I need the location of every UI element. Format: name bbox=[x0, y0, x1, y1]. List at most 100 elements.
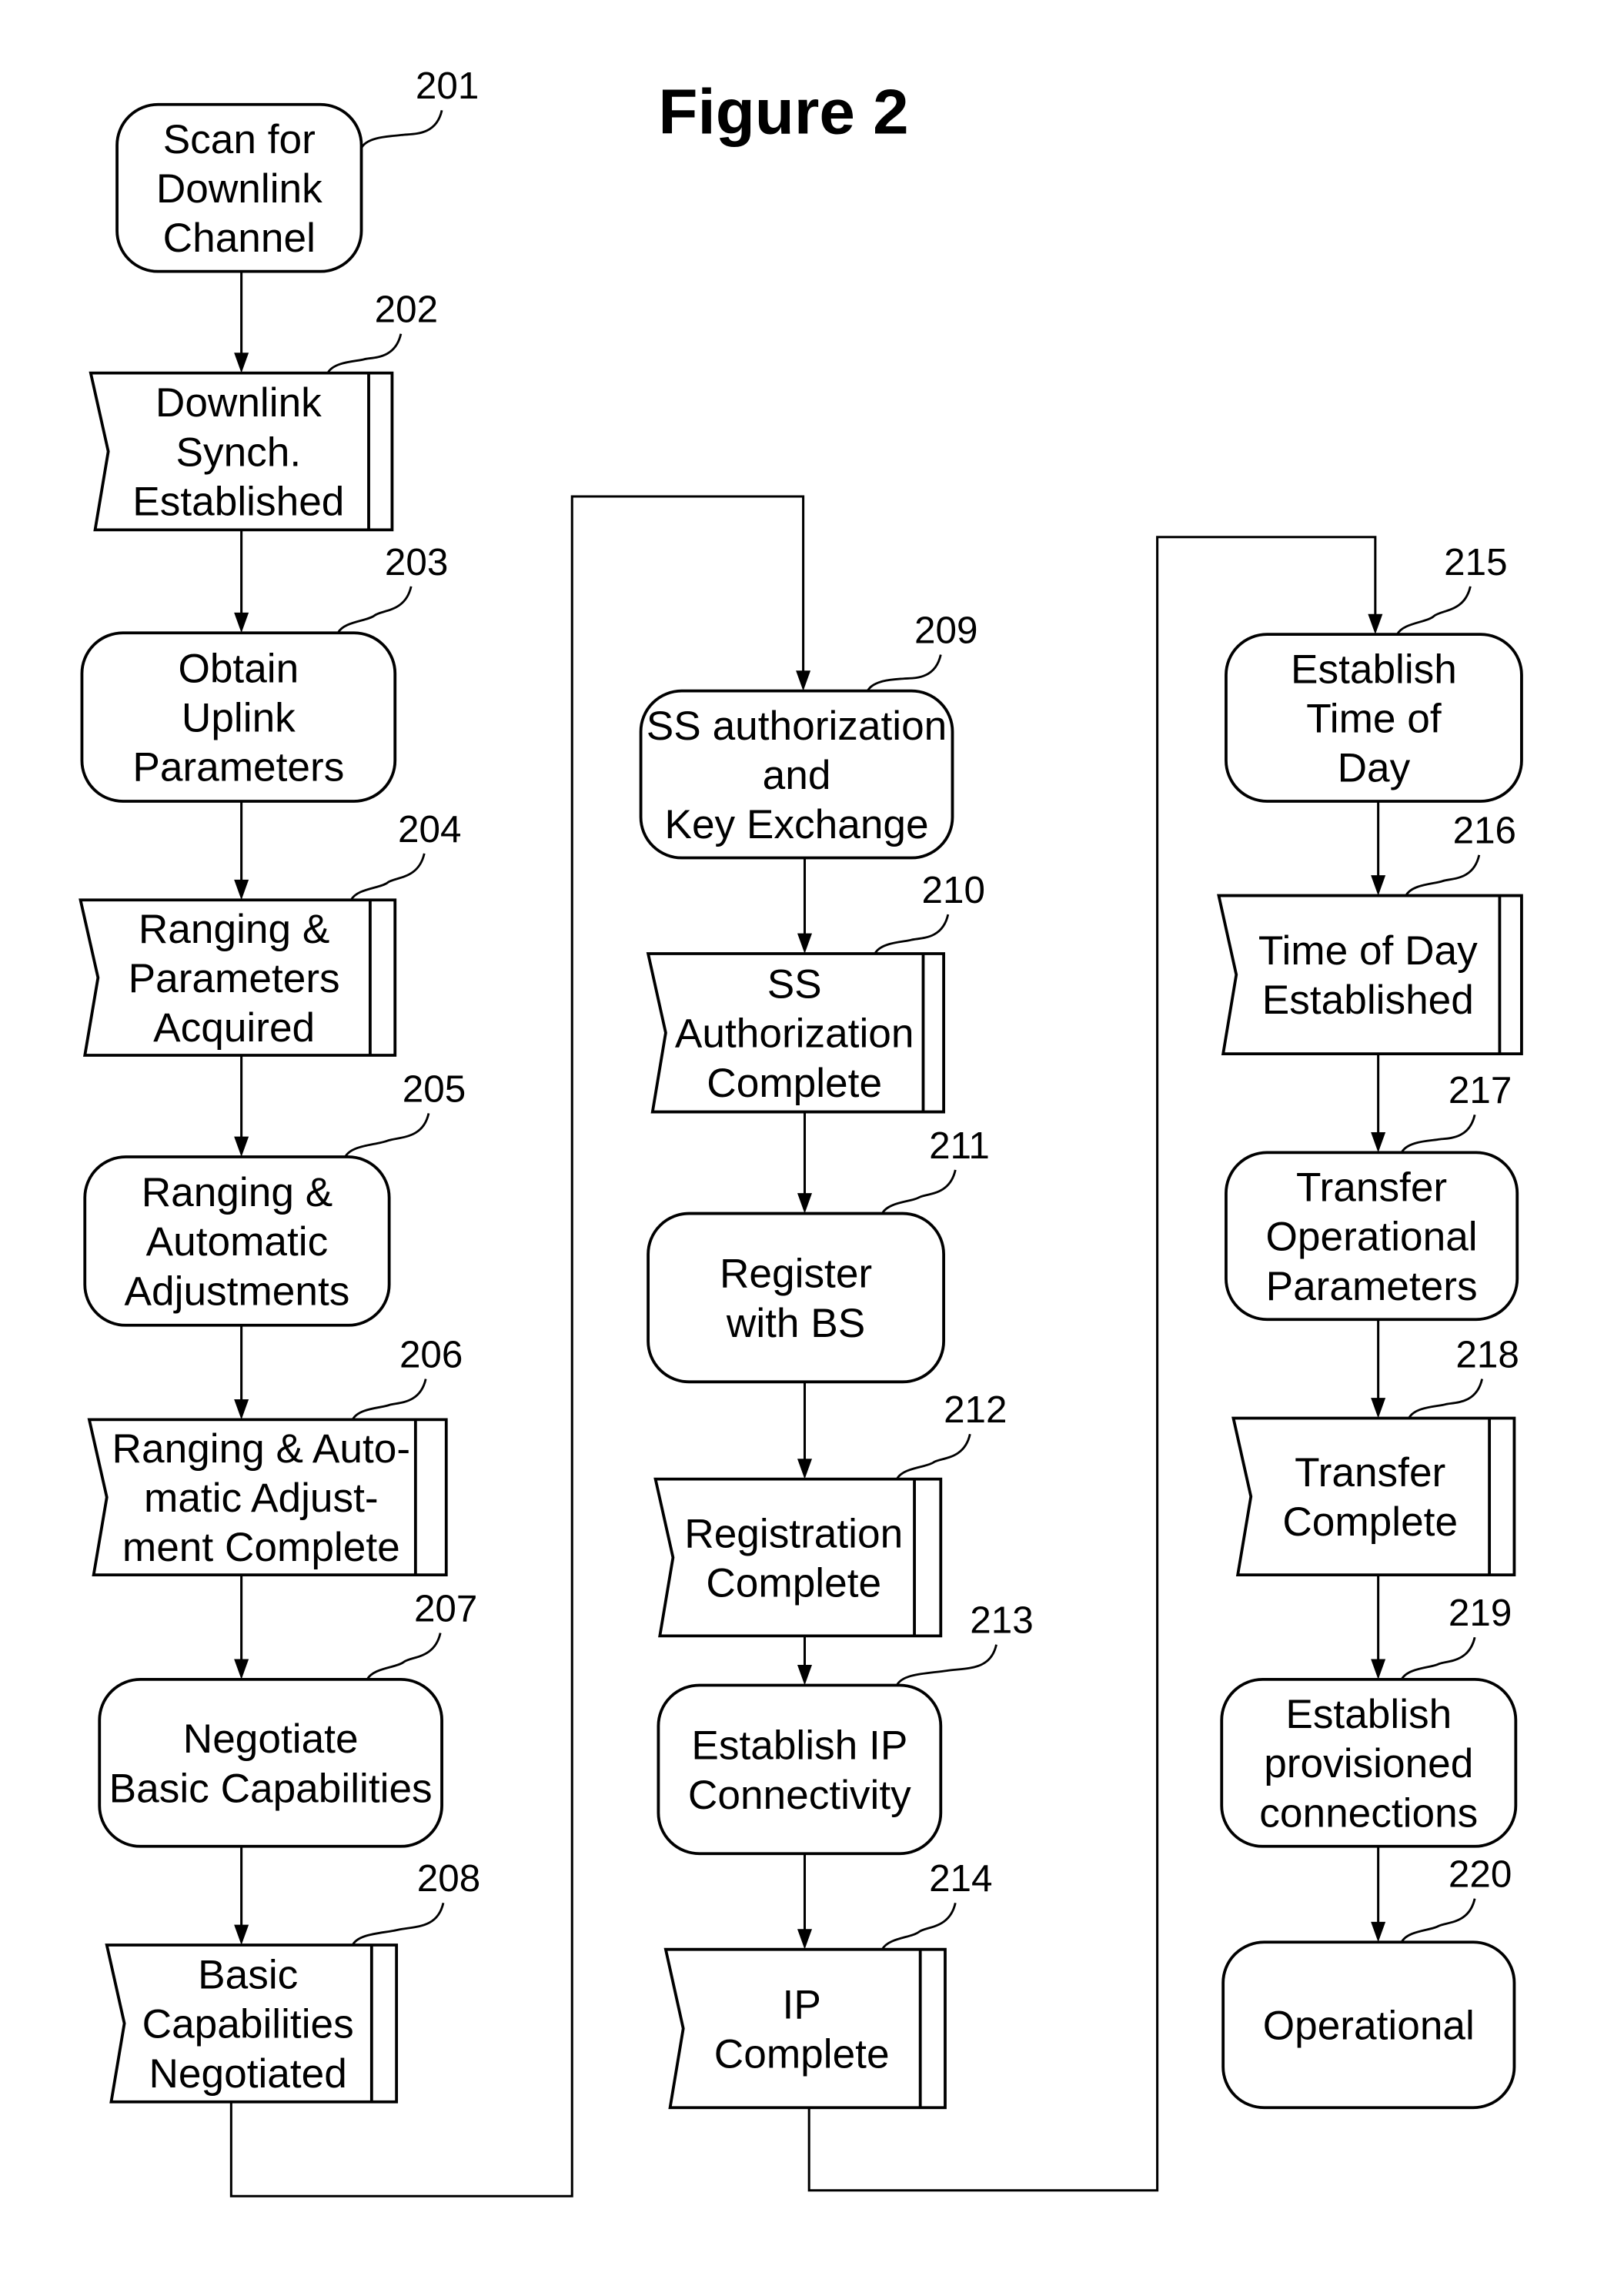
step-label-line: with BS bbox=[726, 1301, 865, 1346]
reference-numeral: 219 bbox=[1449, 1592, 1512, 1634]
figure-title: Figure 2 bbox=[658, 76, 908, 148]
flow-step-217: TransferOperationalParameters 217 bbox=[1225, 1069, 1519, 1322]
step-label-line: Established bbox=[1262, 978, 1474, 1023]
step-label-line: Operational bbox=[1266, 1215, 1478, 1260]
flow-nodes: Scan forDownlinkChannel201DownlinkSynch.… bbox=[79, 65, 1523, 2110]
reference-leader bbox=[349, 853, 426, 901]
step-label-line: Complete bbox=[706, 1561, 881, 1606]
step-label-line: Parameters bbox=[129, 956, 340, 1001]
reference-numeral: 206 bbox=[399, 1334, 463, 1376]
reference-numeral: 215 bbox=[1444, 541, 1507, 583]
flow-step-215: Establish Time ofDay 215 bbox=[1225, 541, 1523, 803]
flow-step-203: ObtainUplinkParameters 203 bbox=[80, 541, 448, 803]
flow-step-214: IP Complete 214 bbox=[663, 1857, 993, 2110]
flow-step-216: Time of DayEstablished 216 bbox=[1217, 810, 1523, 1056]
process-box bbox=[647, 1212, 945, 1384]
reference-numeral: 208 bbox=[417, 1857, 480, 1900]
flow-step-207: NegotiateBasic Capabilities 207 bbox=[98, 1588, 477, 1848]
step-label-line: Negotiated bbox=[149, 2051, 347, 2097]
flow-step-213: Establish IPConnectivity 213 bbox=[657, 1599, 1034, 1856]
reference-leader bbox=[326, 333, 403, 374]
step-label-line: Channel bbox=[163, 216, 316, 261]
flow-step-204: Ranging &ParametersAcquired 204 bbox=[79, 808, 461, 1057]
flow-step-209: SS authorizationandKey Exchange 209 bbox=[639, 610, 978, 860]
reference-numeral: 210 bbox=[922, 869, 985, 911]
step-label-line: Negotiate bbox=[183, 1716, 359, 1762]
process-box bbox=[657, 1683, 943, 1856]
state-box bbox=[653, 1477, 943, 1638]
reference-numeral: 216 bbox=[1453, 810, 1516, 852]
arrowhead bbox=[234, 1136, 249, 1158]
reference-numeral: 207 bbox=[414, 1588, 477, 1630]
reference-leader bbox=[1400, 1898, 1476, 1943]
step-label-line: ment Complete bbox=[122, 1525, 400, 1570]
step-label-line: SS bbox=[767, 962, 822, 1008]
arrowhead bbox=[234, 1399, 249, 1420]
reference-leader bbox=[336, 586, 413, 634]
step-label-line: Time of bbox=[1306, 697, 1442, 742]
arrowhead bbox=[234, 1924, 249, 1946]
arrowhead bbox=[1371, 875, 1386, 896]
flow-step-211: Registerwith BS 211 bbox=[647, 1125, 990, 1384]
arrowhead bbox=[797, 1929, 812, 1950]
flow-step-201: Scan forDownlinkChannel 201 bbox=[115, 65, 479, 273]
reference-numeral: 211 bbox=[929, 1125, 990, 1167]
reference-numeral: 212 bbox=[944, 1389, 1007, 1431]
reference-numeral: 213 bbox=[970, 1599, 1033, 1642]
step-label-line: Register bbox=[720, 1252, 872, 1297]
step-label-line: Acquired bbox=[153, 1005, 315, 1051]
flow-step-205: Ranging &AutomaticAdjustments 205 bbox=[83, 1068, 466, 1327]
step-label-line: IP bbox=[783, 1982, 821, 2027]
step-label-line: connections bbox=[1259, 1791, 1478, 1837]
flow-step-208: BasicCapabilitiesNegotiated 208 bbox=[105, 1857, 480, 2104]
step-label-line: Day bbox=[1338, 746, 1411, 791]
step-label-line: provisioned bbox=[1264, 1741, 1473, 1786]
reference-leader bbox=[1405, 854, 1481, 897]
step-label-line: Connectivity bbox=[688, 1773, 911, 1818]
step-label-line: Complete bbox=[1282, 1499, 1458, 1545]
reference-numeral: 201 bbox=[416, 65, 479, 107]
arrowhead bbox=[234, 879, 249, 901]
step-label-line: matic Adjust- bbox=[144, 1476, 379, 1521]
reference-numeral: 218 bbox=[1455, 1334, 1519, 1376]
flow-step-219: Establishprovisioned connections 219 bbox=[1220, 1592, 1518, 1848]
step-label-line: Established bbox=[132, 480, 344, 525]
step-label-line: Transfer bbox=[1296, 1165, 1447, 1211]
flow-step-212: Registration Complete 212 bbox=[653, 1389, 1007, 1638]
reference-leader bbox=[360, 109, 443, 149]
reference-numeral: 209 bbox=[914, 610, 977, 652]
reference-numeral: 204 bbox=[398, 808, 461, 851]
arrowhead bbox=[234, 353, 249, 373]
reference-numeral: 220 bbox=[1449, 1853, 1512, 1896]
step-label-line: Key Exchange bbox=[664, 802, 928, 847]
step-label-line: SS authorization bbox=[647, 704, 947, 749]
flow-step-206: Ranging & Auto-matic Adjust-ment Complet… bbox=[87, 1334, 463, 1577]
reference-leader bbox=[874, 914, 950, 954]
step-label-line: Ranging & bbox=[142, 1170, 332, 1215]
step-label-line: Authorization bbox=[675, 1011, 914, 1057]
step-label-line: Time of Day bbox=[1258, 928, 1478, 974]
step-label-line: Basic Capabilities bbox=[109, 1766, 433, 1811]
step-label-line: Downlink bbox=[155, 380, 322, 426]
reference-leader bbox=[866, 654, 942, 692]
reference-leader bbox=[351, 1379, 427, 1421]
reference-leader bbox=[881, 1169, 957, 1215]
arrowhead bbox=[797, 1665, 812, 1686]
reference-leader bbox=[344, 1113, 430, 1158]
step-label-line: Downlink bbox=[156, 166, 322, 212]
flowchart-figure: Figure 2 Scan forDownlinkChannel201Downl… bbox=[79, 65, 1523, 2197]
step-label-line: Capabilities bbox=[142, 2002, 354, 2047]
step-label-line: Parameters bbox=[132, 745, 344, 790]
reference-leader bbox=[366, 1633, 442, 1680]
reference-numeral: 217 bbox=[1449, 1069, 1512, 1111]
step-label-line: Complete bbox=[714, 2032, 890, 2077]
step-label-line: Adjustments bbox=[125, 1269, 350, 1315]
arrowhead bbox=[796, 670, 811, 691]
state-box bbox=[1217, 894, 1523, 1056]
step-label-line: Synch. bbox=[176, 430, 302, 476]
reference-leader bbox=[1408, 1379, 1484, 1419]
step-label-line: Establish bbox=[1285, 1692, 1452, 1737]
reference-leader bbox=[1396, 586, 1472, 635]
reference-numeral: 202 bbox=[375, 289, 438, 331]
step-label-line: and bbox=[763, 753, 831, 798]
